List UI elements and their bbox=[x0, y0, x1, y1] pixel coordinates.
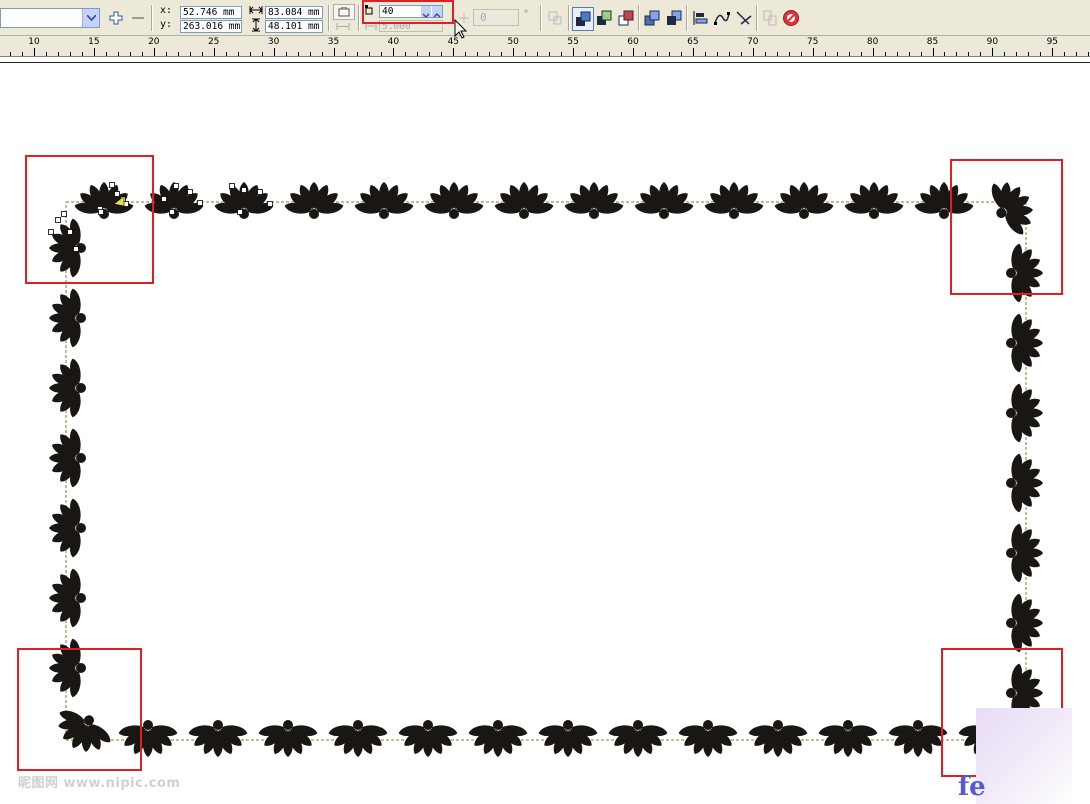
guide-path bbox=[65, 201, 1027, 741]
fan-ornament bbox=[634, 182, 694, 219]
fan-ornament bbox=[398, 720, 458, 757]
node-handle[interactable] bbox=[197, 200, 203, 206]
node-handle[interactable] bbox=[229, 183, 235, 189]
node-handle[interactable] bbox=[257, 189, 263, 195]
fan-ornament bbox=[424, 182, 484, 219]
highlight-box-top-left bbox=[25, 155, 154, 284]
border-ornaments bbox=[49, 182, 1043, 757]
fan-ornament bbox=[991, 182, 1033, 235]
fan-ornament bbox=[49, 428, 86, 488]
fan-ornament bbox=[1006, 383, 1043, 443]
fan-ornament bbox=[494, 182, 554, 219]
fan-ornament bbox=[1006, 523, 1043, 583]
fan-ornament bbox=[1006, 313, 1043, 373]
fan-ornament bbox=[1006, 593, 1043, 653]
node-handle[interactable] bbox=[61, 211, 67, 217]
node-handle[interactable] bbox=[173, 183, 179, 189]
node-handle[interactable] bbox=[187, 189, 193, 195]
fan-ornament bbox=[468, 720, 528, 757]
corner-watermark-text: fe bbox=[958, 772, 986, 802]
fan-ornament bbox=[188, 720, 248, 757]
node-handle[interactable] bbox=[161, 196, 167, 202]
node-handle[interactable] bbox=[48, 229, 54, 235]
node-handle[interactable] bbox=[109, 182, 115, 188]
fan-ornament bbox=[678, 720, 738, 757]
fan-ornament bbox=[818, 720, 878, 757]
fan-ornament bbox=[49, 288, 86, 348]
fan-ornament bbox=[49, 218, 86, 278]
corner-watermark bbox=[976, 708, 1072, 804]
node-handle[interactable] bbox=[237, 209, 243, 215]
drawing-canvas[interactable] bbox=[0, 0, 1090, 804]
fan-ornament bbox=[284, 182, 344, 219]
fan-ornament bbox=[888, 720, 948, 757]
fan-ornament bbox=[58, 710, 111, 752]
fan-ornament bbox=[49, 638, 86, 698]
fan-ornament bbox=[118, 720, 178, 757]
fan-ornament bbox=[564, 182, 624, 219]
fan-ornament bbox=[49, 358, 86, 418]
node-handle[interactable] bbox=[169, 209, 175, 215]
node-handle[interactable] bbox=[267, 201, 273, 207]
fan-ornament bbox=[608, 720, 668, 757]
site-watermark: 昵图网 www.nipic.com bbox=[18, 776, 181, 791]
fan-ornament bbox=[914, 182, 974, 219]
node-handle[interactable] bbox=[241, 187, 247, 193]
node-handle[interactable] bbox=[55, 217, 61, 223]
node-handle[interactable] bbox=[114, 191, 120, 197]
fan-ornament bbox=[328, 720, 388, 757]
fan-ornament bbox=[538, 720, 598, 757]
fan-ornament bbox=[49, 498, 86, 558]
fan-ornament bbox=[354, 182, 414, 219]
node-handle[interactable] bbox=[67, 229, 73, 235]
fan-ornament bbox=[774, 182, 834, 219]
node-handle[interactable] bbox=[98, 209, 104, 215]
mouse-cursor-icon bbox=[454, 18, 468, 39]
fan-ornament bbox=[704, 182, 764, 219]
fan-ornament bbox=[49, 568, 86, 628]
fan-ornament bbox=[748, 720, 808, 757]
fan-ornament bbox=[258, 720, 318, 757]
node-handle[interactable] bbox=[73, 246, 79, 252]
fan-ornament bbox=[1006, 453, 1043, 513]
fan-ornament bbox=[844, 182, 904, 219]
